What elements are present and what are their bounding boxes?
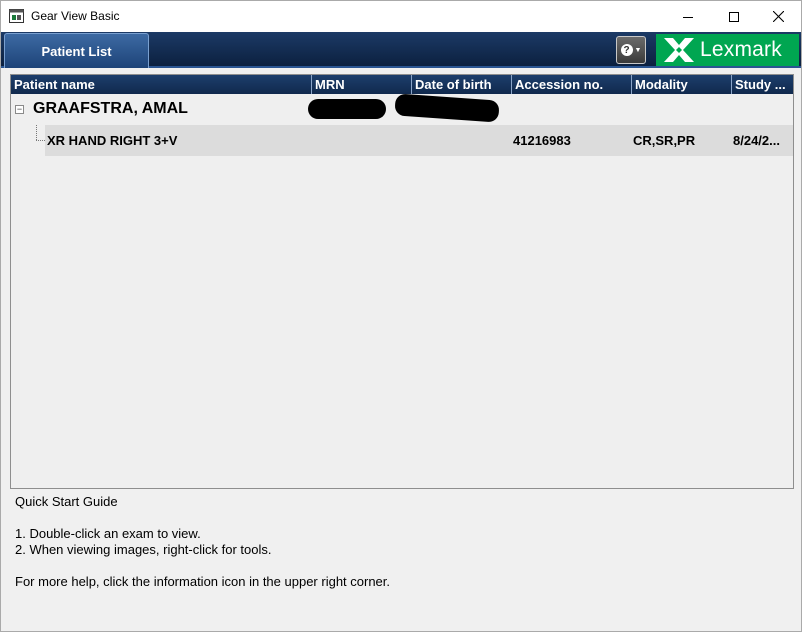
column-header-modality[interactable]: Modality xyxy=(631,75,731,94)
minimize-button[interactable] xyxy=(665,1,711,32)
column-header-study-date[interactable]: Study ... xyxy=(731,75,793,94)
window-title: Gear View Basic xyxy=(31,9,120,23)
dropdown-caret-icon: ▼ xyxy=(634,46,642,54)
tree-connector-branch xyxy=(36,140,45,141)
minimize-icon xyxy=(683,16,693,18)
patient-row[interactable]: − GRAAFSTRA, AMAL xyxy=(11,93,793,124)
exam-description: XR HAND RIGHT 3+V xyxy=(47,133,178,148)
exam-modality: CR,SR,PR xyxy=(633,133,696,148)
close-button[interactable] xyxy=(755,1,801,32)
maximize-button[interactable] xyxy=(711,1,757,32)
maximize-icon xyxy=(729,11,739,22)
column-header-accession-no[interactable]: Accession no. xyxy=(511,75,631,94)
patient-name: GRAAFSTRA, AMAL xyxy=(33,100,188,117)
column-header-date-of-birth[interactable]: Date of birth xyxy=(411,75,511,94)
exam-accession: 41216983 xyxy=(513,133,571,148)
table-header: Patient name MRN Date of birth Accession… xyxy=(11,75,793,94)
lexmark-logo-icon xyxy=(664,38,694,62)
brand-name: Lexmark xyxy=(700,38,782,61)
patient-list-table: Patient name MRN Date of birth Accession… xyxy=(10,74,794,489)
quick-start-help-text: For more help, click the information ico… xyxy=(15,574,391,589)
collapse-icon[interactable]: − xyxy=(15,105,24,114)
quick-start-title: Quick Start Guide xyxy=(15,494,118,509)
tree-connector xyxy=(36,125,37,140)
title-bar: Gear View Basic xyxy=(1,1,801,32)
close-icon xyxy=(772,11,784,22)
exam-row[interactable]: XR HAND RIGHT 3+V 41216983 CR,SR,PR 8/24… xyxy=(45,125,793,156)
app-window: Gear View Basic Patient List ? ▼ Lexmark… xyxy=(0,0,802,632)
help-button[interactable]: ? ▼ xyxy=(616,36,646,64)
tab-label: Patient List xyxy=(41,43,112,59)
lexmark-logo: Lexmark xyxy=(656,34,799,66)
redacted-mrn xyxy=(308,99,386,119)
tab-patient-list[interactable]: Patient List xyxy=(4,33,149,68)
quick-start-step-1: 1. Double-click an exam to view. xyxy=(15,526,201,541)
help-icon: ? xyxy=(620,44,633,56)
column-header-mrn[interactable]: MRN xyxy=(311,75,411,94)
app-icon xyxy=(9,9,24,23)
exam-study-date: 8/24/2... xyxy=(733,133,780,148)
redacted-date-of-birth xyxy=(394,93,500,123)
column-header-patient-name[interactable]: Patient name xyxy=(11,75,311,94)
quick-start-step-2: 2. When viewing images, right-click for … xyxy=(15,542,272,557)
